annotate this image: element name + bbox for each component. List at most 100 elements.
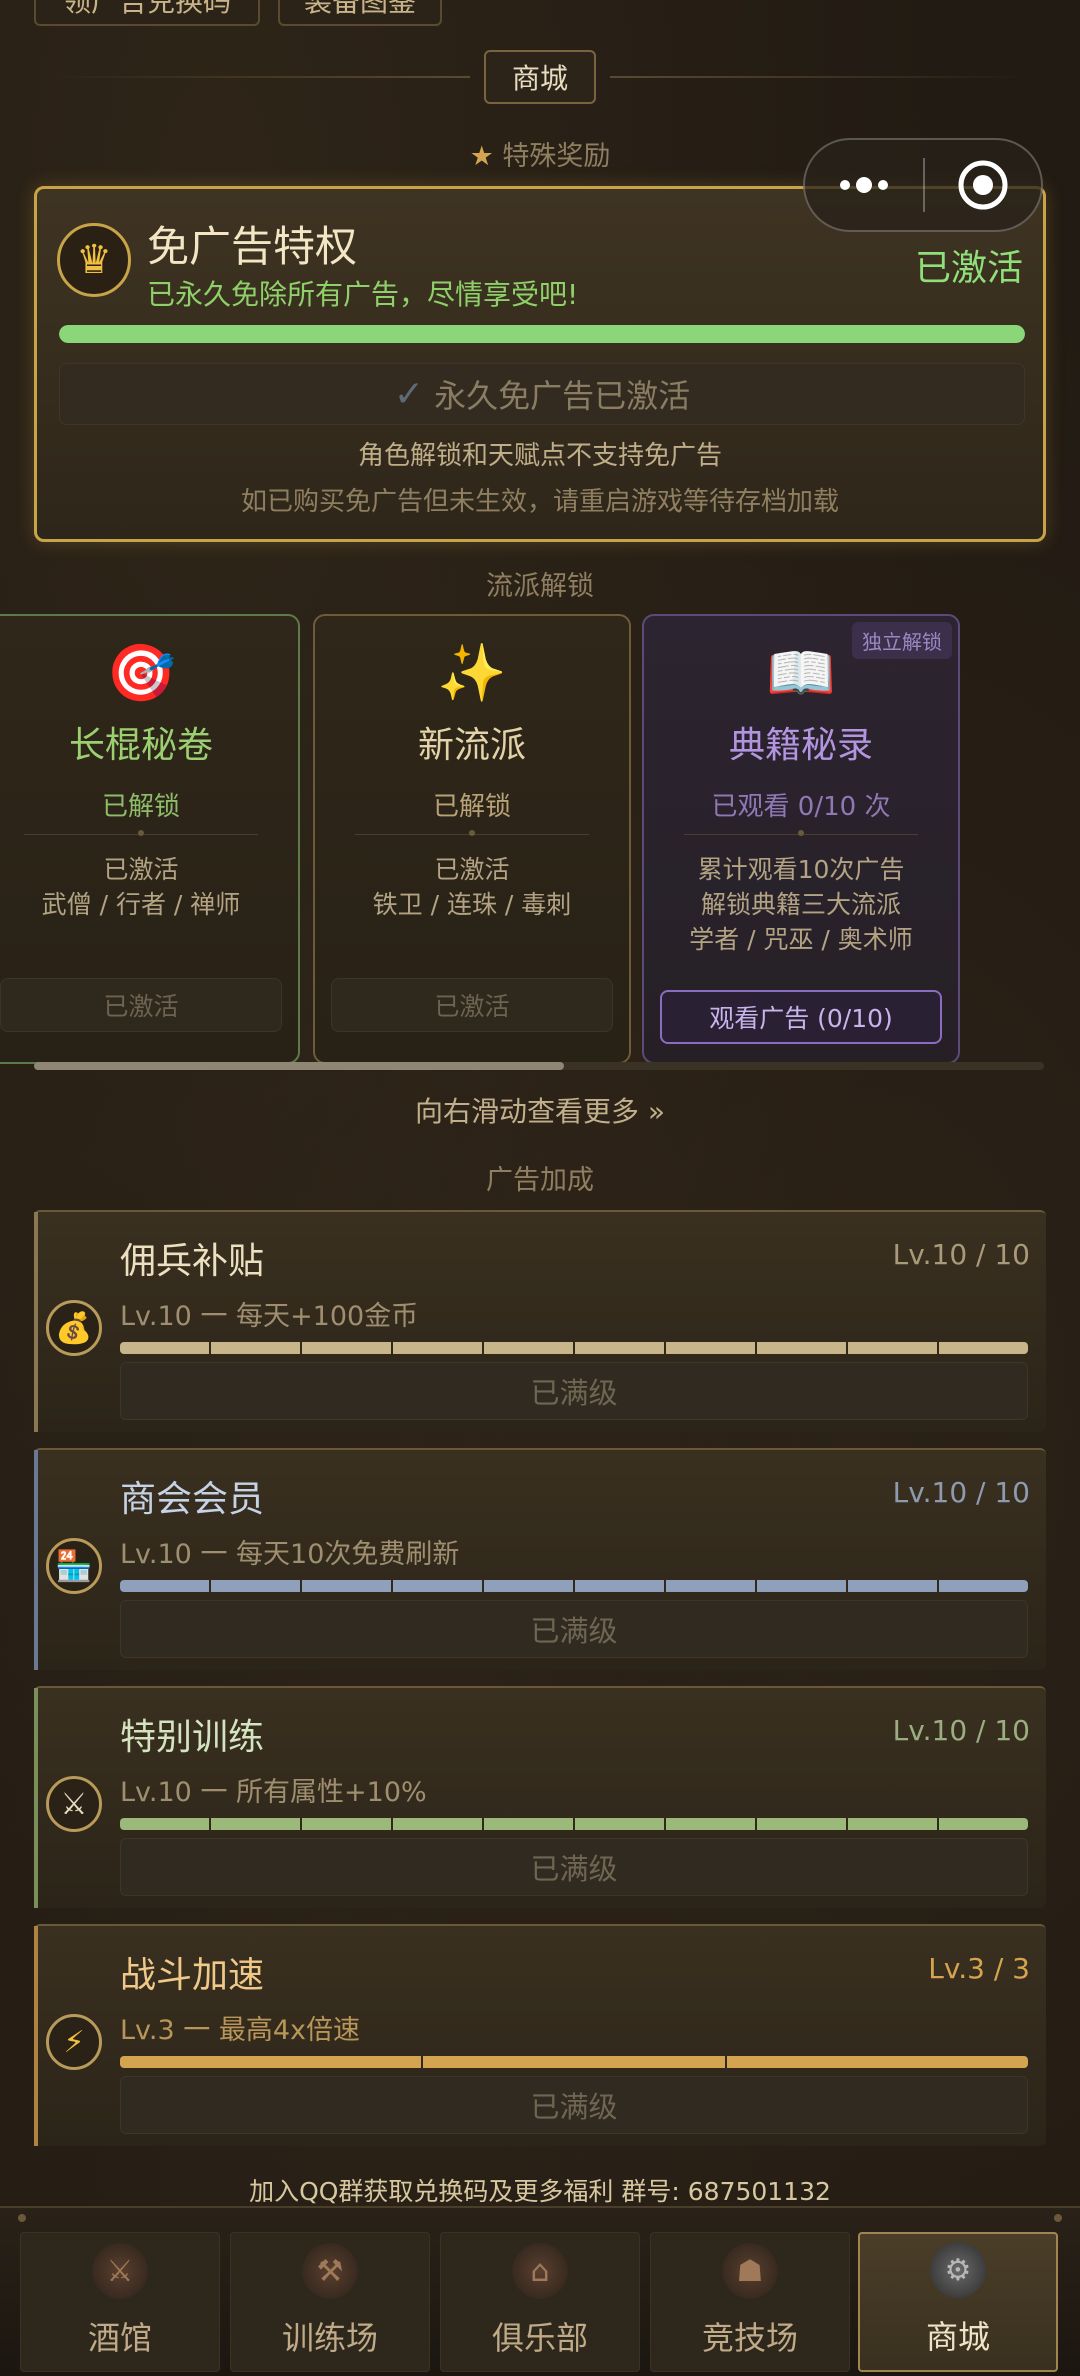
sparkles-icon: ✨ [437,641,507,706]
school-card: 独立解锁 📖 典籍秘录 已观看 0/10 次 累计观看10次广告 解锁典籍三大流派… [642,614,960,1064]
upgrade-progress [120,1580,1028,1592]
progress-segment [484,1580,573,1592]
privilege-status: 已激活 [914,248,1023,289]
progress-segment [120,1818,209,1830]
ad-bonus-header: 广告加成 [486,1165,594,1196]
tab-equipment-guide[interactable]: 装备图鉴 [278,0,442,26]
school-state: 已解锁 [101,792,180,822]
school-activated-button[interactable]: 已激活 [331,978,613,1032]
school-desc: 已激活 铁卫 / 连珠 / 毒刺 [372,855,572,919]
close-miniprogram-icon[interactable] [925,159,1041,211]
target-icon: 🎯 [106,641,176,706]
progress-segment [423,2056,725,2068]
upgrade-title: 特别训练 [120,1717,265,1758]
book-icon: 📖 [766,641,836,706]
more-menu-icon[interactable] [805,177,923,193]
privilege-note: 角色解锁和天赋点不支持免广告 [357,441,722,471]
watch-ad-button[interactable]: 观看广告 (0/10) [660,990,942,1044]
upgrade-card: 💰 佣兵补贴 Lv.10 / 10 Lv.10 一 每天+100金币 已满级 [34,1210,1046,1432]
privilege-title: 免广告特权 [147,222,358,271]
training-icon: ⚒ [302,2243,358,2299]
max-level-button[interactable]: 已满级 [120,2076,1028,2134]
school-card: ✨ 新流派 已解锁 已激活 铁卫 / 连珠 / 毒刺 已激活 [313,614,631,1064]
nav-training[interactable]: ⚒ 训练场 [230,2232,430,2372]
privilege-note-restart: 如已购买免广告但未生效，请重启游戏等待存档加载 [240,487,839,517]
shop-title: 商城 [484,50,596,104]
progress-segment [726,2056,1028,2068]
miniprogram-capsule [803,138,1043,232]
school-desc: 已激活 武僧 / 行者 / 禅师 [41,855,241,919]
nav-tavern[interactable]: ⚔ 酒馆 [20,2232,220,2372]
max-level-button[interactable]: 已满级 [120,1600,1028,1658]
upgrade-card: ⚡ 战斗加速 Lv.3 / 3 Lv.3 一 最高4x倍速 已满级 [34,1924,1046,2146]
progress-segment [848,1818,937,1830]
progress-segment [757,1580,846,1592]
upgrade-level: Lv.10 / 10 [892,1476,1030,1509]
max-level-button[interactable]: 已满级 [120,1362,1028,1420]
progress-segment [120,1580,209,1592]
cards-scrollbar-thumb[interactable] [34,1062,564,1070]
school-name: 新流派 [417,725,526,766]
upgrade-card: 🏪 商会会员 Lv.10 / 10 Lv.10 一 每天10次免费刷新 已满级 [34,1448,1046,1670]
privilege-subtitle: 已永久免除所有广告，尽情享受吧! [147,278,579,311]
progress-segment [120,2056,422,2068]
progress-segment [393,1580,482,1592]
tab-ad-code[interactable]: 领广告兑换码 [34,0,260,26]
max-level-button[interactable]: 已满级 [120,1838,1028,1896]
nav-arena[interactable]: ☗ 竞技场 [650,2232,850,2372]
upgrade-progress [120,2056,1028,2068]
crossed-swords-icon: ⚔ [46,1776,102,1832]
upgrade-level: Lv.10 / 10 [892,1238,1030,1271]
lightning-icon: ⚡ [46,2014,102,2070]
progress-segment [575,1818,664,1830]
school-card: 🎯 长棍秘卷 已解锁 已激活 武僧 / 行者 / 禅师 已激活 [0,614,300,1064]
school-cards-scroller[interactable]: 🎯 长棍秘卷 已解锁 已激活 武僧 / 行者 / 禅师 已激活 ✨ 新流派 已解锁… [0,614,1080,1064]
progress-segment [666,1818,755,1830]
arena-icon: ☗ [722,2243,778,2299]
progress-segment [484,1342,573,1354]
upgrade-level: Lv.10 / 10 [892,1714,1030,1747]
progress-segment [302,1818,391,1830]
tavern-icon: ⚔ [92,2243,148,2299]
nav-shop[interactable]: ⚙ 商城 [858,2232,1058,2372]
crown-icon: ♛ [57,223,131,297]
progress-segment [302,1342,391,1354]
check-icon: ✓ [393,373,425,415]
progress-segment [575,1342,664,1354]
progress-segment [939,1342,1028,1354]
upgrade-progress [120,1818,1028,1830]
school-state: 已解锁 [432,792,511,822]
privilege-activated-button[interactable]: ✓ 永久免广告已激活 [59,363,1025,425]
school-name: 长棍秘卷 [68,725,213,766]
shop-header: 商城 [0,50,1080,104]
progress-segment [120,1342,209,1354]
progress-segment [211,1818,300,1830]
school-activated-button[interactable]: 已激活 [0,978,282,1032]
shop-icon: ⚙ [930,2242,986,2298]
progress-segment [575,1580,664,1592]
upgrade-desc: Lv.3 一 最高4x倍速 [120,2015,361,2046]
no-ads-privilege-card: ♛ 免广告特权 已永久免除所有广告，尽情享受吧! 已激活 ✓ 永久免广告已激活 … [34,186,1046,542]
progress-segment [211,1342,300,1354]
progress-segment [484,1818,573,1830]
upgrade-desc: Lv.10 一 每天10次免费刷新 [120,1539,460,1570]
progress-segment [393,1818,482,1830]
upgrade-title: 佣兵补贴 [120,1241,265,1282]
nav-club[interactable]: ⌂ 俱乐部 [440,2232,640,2372]
privilege-progress [59,325,1025,343]
progress-segment [666,1580,755,1592]
progress-segment [302,1580,391,1592]
shop-badge-icon: 🏪 [46,1538,102,1594]
upgrade-desc: Lv.10 一 所有属性+10% [120,1777,427,1808]
upgrade-card: ⚔ 特别训练 Lv.10 / 10 Lv.10 一 所有属性+10% 已满级 [34,1686,1046,1908]
upgrade-level: Lv.3 / 3 [928,1952,1030,1985]
bottom-nav: ⚔ 酒馆 ⚒ 训练场 ⌂ 俱乐部 ☗ 竞技场 ⚙ 商城 [0,2206,1080,2376]
progress-segment [757,1818,846,1830]
progress-segment [939,1818,1028,1830]
upgrade-desc: Lv.10 一 每天+100金币 [120,1301,419,1332]
scroll-more-hint: 向右滑动查看更多 » [414,1095,666,1128]
star-icon: ★ [469,141,494,172]
progress-segment [939,1580,1028,1592]
upgrade-title: 商会会员 [120,1479,265,1520]
progress-segment [757,1342,846,1354]
